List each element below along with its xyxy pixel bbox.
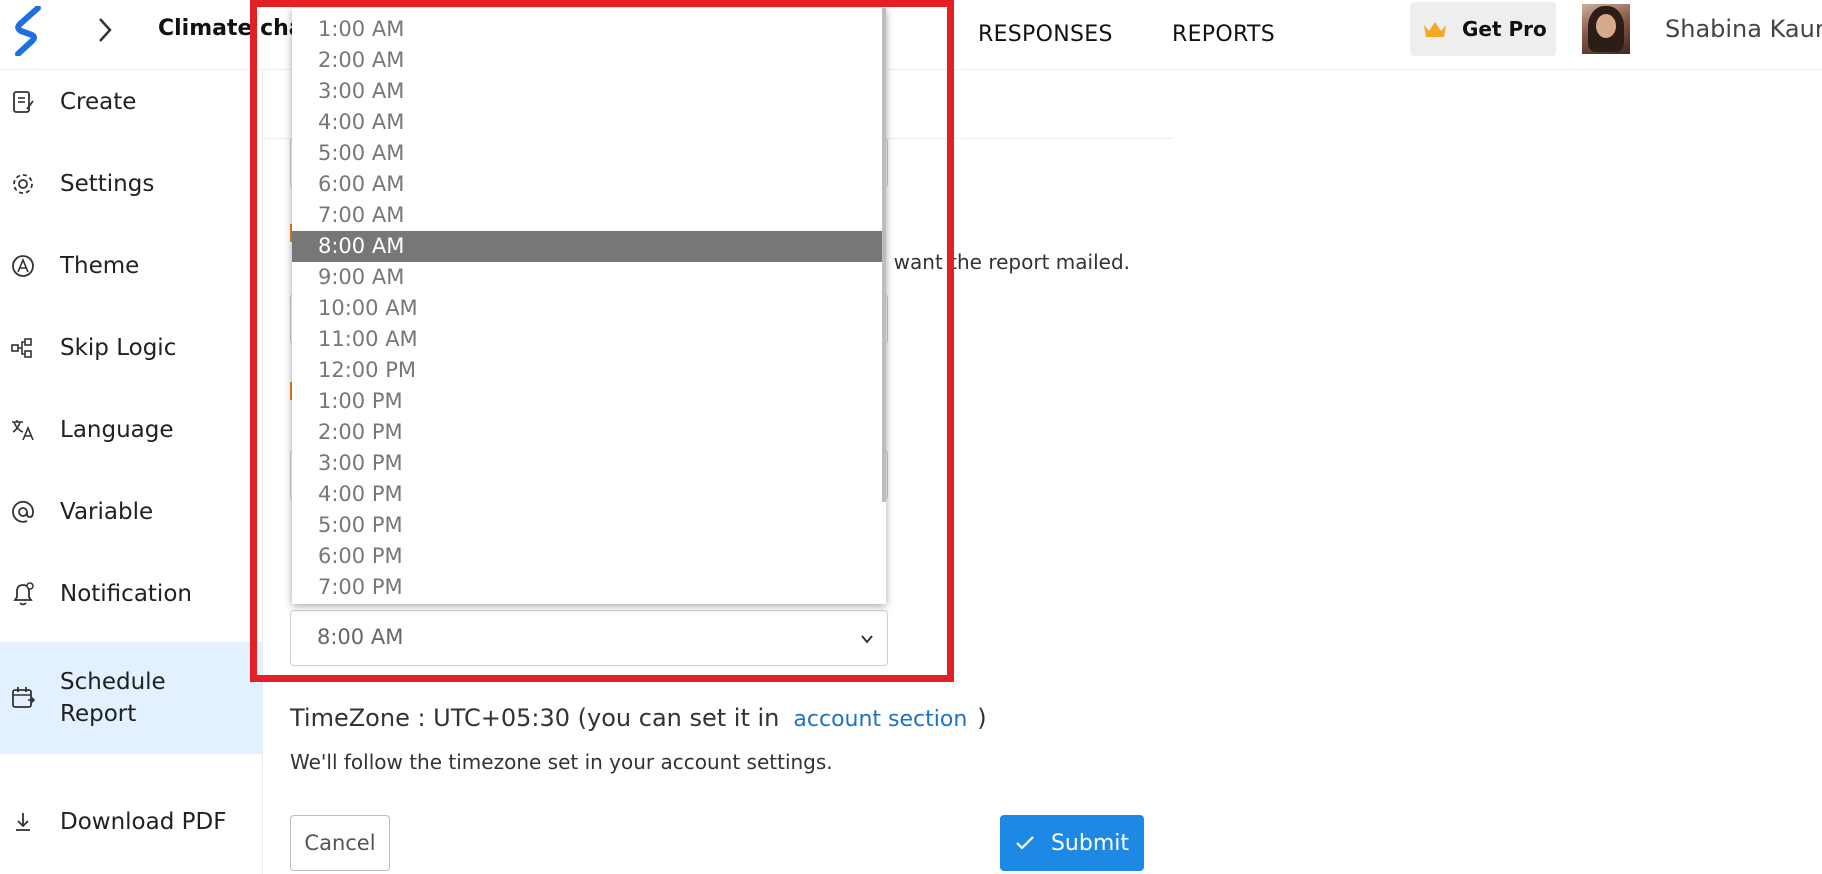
sidebar-item-label: Language bbox=[60, 417, 174, 443]
time-options: 1:00 AM 2:00 AM 3:00 AM 4:00 AM 5:00 AM 6:00 … bbox=[292, 14, 886, 603]
time-option[interactable]: 9:00 AM bbox=[292, 262, 886, 293]
timezone-text: TimeZone : UTC+05:30 (you can set it in bbox=[290, 704, 780, 732]
chevron-down-icon bbox=[861, 635, 873, 644]
report-time-select[interactable]: 8:00 AM bbox=[290, 610, 888, 666]
report-time-value: 8:00 AM bbox=[317, 625, 404, 649]
sidebar-item-skip-logic[interactable]: Skip Logic bbox=[0, 322, 263, 374]
app-logo-icon[interactable] bbox=[12, 6, 44, 56]
sidebar-item-label: Schedule Report bbox=[60, 669, 166, 727]
time-option[interactable]: 1:00 PM bbox=[292, 386, 886, 417]
sidebar-item-settings[interactable]: Settings bbox=[0, 158, 263, 210]
time-option[interactable]: 6:00 AM bbox=[292, 169, 886, 200]
bell-icon bbox=[13, 582, 34, 606]
user-name[interactable]: Shabina Kaur bbox=[1665, 15, 1822, 43]
avatar[interactable] bbox=[1582, 4, 1630, 54]
check-icon bbox=[1016, 836, 1034, 850]
sidebar-item-schedule-report[interactable]: Schedule Report bbox=[0, 642, 263, 754]
create-form-icon bbox=[13, 91, 34, 113]
sidebar-item-create[interactable]: Create bbox=[0, 76, 263, 128]
sidebar-item-label: Create bbox=[60, 89, 137, 115]
crown-icon bbox=[1424, 22, 1446, 37]
time-option[interactable]: 8:00 AM bbox=[292, 231, 886, 262]
get-pro-label: Get Pro bbox=[1462, 17, 1547, 41]
time-option[interactable]: 3:00 AM bbox=[292, 76, 886, 107]
time-option[interactable]: 11:00 AM bbox=[292, 324, 886, 355]
time-option[interactable]: 4:00 AM bbox=[292, 107, 886, 138]
sidebar-item-label: Variable bbox=[60, 499, 154, 525]
theme-icon bbox=[12, 255, 34, 277]
time-option[interactable]: 12:00 PM bbox=[292, 355, 886, 386]
time-option[interactable]: 3:00 PM bbox=[292, 448, 886, 479]
at-sign-icon bbox=[12, 500, 34, 523]
sidebar-item-variable[interactable]: Variable bbox=[0, 486, 263, 538]
cancel-button[interactable]: Cancel bbox=[290, 815, 390, 871]
calendar-icon bbox=[12, 687, 36, 708]
timezone-note: We'll follow the timezone set in your ac… bbox=[290, 750, 833, 774]
get-pro-button[interactable]: Get Pro bbox=[1410, 2, 1556, 56]
timezone-line: TimeZone : UTC+05:30 (you can set it in … bbox=[290, 704, 987, 732]
translate-icon bbox=[12, 420, 34, 441]
time-option[interactable]: 4:00 PM bbox=[292, 479, 886, 510]
time-option[interactable]: 7:00 AM bbox=[292, 200, 886, 231]
sidebar-item-label: Notification bbox=[60, 581, 192, 607]
time-option[interactable]: 5:00 AM bbox=[292, 138, 886, 169]
submit-label: Submit bbox=[1050, 830, 1130, 856]
timezone-close: ) bbox=[977, 704, 987, 732]
account-section-link[interactable]: account section bbox=[793, 707, 967, 732]
sidebar-item-theme[interactable]: Theme bbox=[0, 240, 263, 292]
time-option[interactable]: 7:00 PM bbox=[292, 572, 886, 603]
sidebar-item-language[interactable]: Language bbox=[0, 404, 263, 456]
chevron-right-icon[interactable] bbox=[96, 16, 114, 44]
sidebar: Create Settings Theme Skip Logic Languag… bbox=[0, 70, 263, 874]
skip-logic-icon bbox=[11, 338, 32, 358]
tab-responses[interactable]: RESPONSES bbox=[978, 22, 1113, 47]
time-option[interactable]: 2:00 PM bbox=[292, 417, 886, 448]
dropdown-scrollbar[interactable] bbox=[882, 8, 886, 502]
time-option[interactable]: 6:00 PM bbox=[292, 541, 886, 572]
download-icon bbox=[16, 813, 30, 831]
time-option[interactable]: 10:00 AM bbox=[292, 293, 886, 324]
sidebar-item-download-pdf[interactable]: Download PDF bbox=[0, 796, 263, 848]
sidebar-item-label: Download PDF bbox=[60, 809, 227, 835]
time-option[interactable]: 1:00 AM bbox=[292, 14, 886, 45]
submit-button[interactable]: Submit bbox=[1000, 815, 1144, 871]
gear-icon bbox=[13, 174, 33, 194]
sidebar-item-label: Settings bbox=[60, 171, 155, 197]
sidebar-item-notification[interactable]: Notification bbox=[0, 568, 263, 620]
time-option[interactable]: 2:00 AM bbox=[292, 45, 886, 76]
sidebar-item-label: Theme bbox=[60, 253, 140, 279]
time-dropdown-list[interactable]: 1:00 AM 2:00 AM 3:00 AM 4:00 AM 5:00 AM 6:00 … bbox=[292, 8, 886, 604]
tab-reports[interactable]: REPORTS bbox=[1172, 22, 1275, 47]
top-bar: Climate chan RE RESPONSES REPORTS Get Pr… bbox=[0, 0, 1822, 70]
sidebar-item-label: Skip Logic bbox=[60, 335, 177, 361]
time-option[interactable]: 5:00 PM bbox=[292, 510, 886, 541]
